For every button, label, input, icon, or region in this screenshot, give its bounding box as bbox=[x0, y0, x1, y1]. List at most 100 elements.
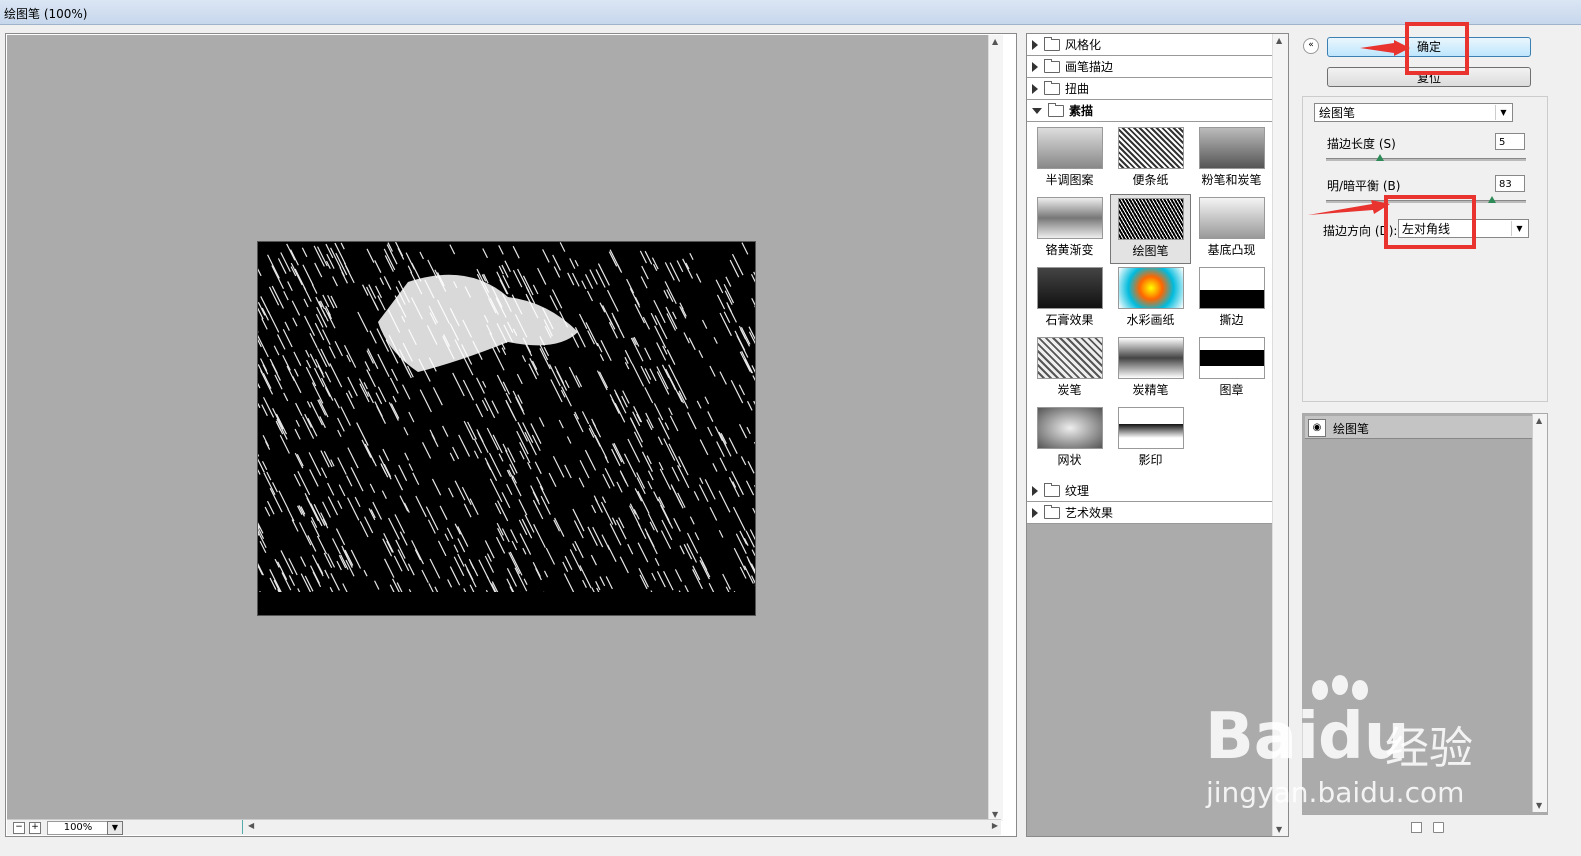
filter-thumbnail[interactable]: 便条纸 bbox=[1110, 124, 1191, 194]
watermark-product: 经验 bbox=[1385, 723, 1473, 774]
zoom-bar: − + 100% ▼ ◀ ▶ bbox=[7, 819, 1001, 835]
filter-thumbnail-image bbox=[1117, 198, 1184, 240]
balance-input[interactable]: 83 bbox=[1495, 175, 1525, 192]
filter-thumbnail[interactable]: 网状 bbox=[1029, 404, 1110, 474]
filter-category[interactable]: 风格化 bbox=[1027, 34, 1274, 56]
filter-thumbnail-image bbox=[1198, 337, 1265, 379]
zoom-in-button[interactable]: + bbox=[29, 822, 41, 834]
filter-thumbnail[interactable]: 半调图案 bbox=[1029, 124, 1110, 194]
filter-thumbnail-label: 半调图案 bbox=[1045, 173, 1094, 187]
balance-label: 明/暗平衡 (B) bbox=[1327, 179, 1401, 193]
title-bar: 绘图笔 (100%) bbox=[0, 0, 1581, 25]
stroke-length-slider[interactable] bbox=[1326, 154, 1526, 161]
preview-horizontal-scrollbar[interactable]: ◀ ▶ bbox=[242, 820, 1003, 834]
filter-thumbnail-image bbox=[1198, 267, 1265, 309]
filter-thumbnail-label: 绘图笔 bbox=[1132, 244, 1169, 258]
filter-thumbnail-image bbox=[1036, 337, 1103, 379]
zoom-value[interactable]: 100% bbox=[47, 821, 109, 835]
triangle-right-icon bbox=[1032, 83, 1038, 94]
trash-icon[interactable] bbox=[1433, 822, 1444, 833]
stroke-length-input[interactable]: 5 bbox=[1495, 133, 1525, 150]
effect-layer-name: 绘图笔 bbox=[1333, 422, 1370, 436]
scroll-down-icon[interactable]: ▼ bbox=[1276, 825, 1282, 834]
filter-thumbnail-image bbox=[1117, 407, 1184, 449]
paw-logo-icon bbox=[1312, 675, 1368, 700]
preview-vertical-scrollbar[interactable]: ▲ ▼ bbox=[988, 35, 1003, 821]
filter-thumbnail-image bbox=[1198, 197, 1265, 239]
filter-thumbnail-label: 撕边 bbox=[1219, 313, 1244, 327]
filter-category[interactable]: 素描 bbox=[1027, 100, 1274, 122]
preview-canvas[interactable]: ▲ ▼ bbox=[7, 35, 1003, 821]
filter-thumbnail-image bbox=[1036, 127, 1103, 169]
triangle-down-icon bbox=[1032, 107, 1042, 114]
filter-thumbnail[interactable]: 影印 bbox=[1110, 404, 1191, 474]
triangle-right-icon bbox=[1032, 61, 1038, 72]
filter-thumbnail-image bbox=[1036, 407, 1103, 449]
zoom-out-button[interactable]: − bbox=[13, 822, 25, 834]
filter-select[interactable]: 绘图笔 ▼ bbox=[1314, 103, 1513, 122]
filter-thumbnail-label: 石膏效果 bbox=[1045, 313, 1094, 327]
filter-thumbnail-label: 影印 bbox=[1138, 453, 1163, 467]
filter-thumbnail[interactable]: 水彩画纸 bbox=[1110, 264, 1191, 334]
folder-icon bbox=[1044, 482, 1060, 497]
filter-thumbnail-label: 网状 bbox=[1057, 453, 1082, 467]
filter-thumbnail[interactable]: 基底凸现 bbox=[1191, 194, 1272, 264]
preview-image bbox=[257, 241, 756, 616]
filter-thumbnail[interactable]: 粉笔和炭笔 bbox=[1191, 124, 1272, 194]
filter-category[interactable]: 纹理 bbox=[1027, 480, 1274, 502]
scroll-down-icon[interactable]: ▼ bbox=[992, 810, 998, 819]
balance-slider-knob[interactable] bbox=[1488, 196, 1496, 203]
filter-thumbnail[interactable]: 撕边 bbox=[1191, 264, 1272, 334]
scroll-up-icon[interactable]: ▲ bbox=[1276, 36, 1282, 45]
triangle-right-icon bbox=[1032, 485, 1038, 496]
effect-layer-row[interactable]: ◉ 绘图笔 bbox=[1305, 416, 1532, 439]
folder-icon bbox=[1048, 102, 1064, 117]
scroll-up-icon[interactable]: ▲ bbox=[1536, 416, 1542, 425]
folder-icon bbox=[1044, 58, 1060, 73]
filter-thumbnail-label: 便条纸 bbox=[1132, 173, 1169, 187]
filter-thumbnail-label: 图章 bbox=[1219, 383, 1244, 397]
scroll-up-icon[interactable]: ▲ bbox=[992, 37, 998, 46]
eye-icon[interactable]: ◉ bbox=[1308, 419, 1326, 437]
folder-icon bbox=[1044, 80, 1060, 95]
scroll-left-icon[interactable]: ◀ bbox=[248, 821, 254, 830]
new-layer-icon[interactable] bbox=[1411, 822, 1422, 833]
filter-thumbnail-image bbox=[1198, 127, 1265, 169]
scroll-right-icon[interactable]: ▶ bbox=[992, 821, 998, 830]
filter-category[interactable]: 扭曲 bbox=[1027, 78, 1274, 100]
red-arrow-icon bbox=[1360, 40, 1410, 56]
filter-category-label: 扭曲 bbox=[1065, 82, 1090, 96]
filter-thumbnail-image bbox=[1036, 197, 1103, 239]
highlight-box-confirm bbox=[1405, 22, 1469, 75]
scroll-down-icon[interactable]: ▼ bbox=[1536, 801, 1542, 810]
triangle-right-icon bbox=[1032, 507, 1038, 518]
filter-thumbnails: 半调图案 便条纸 粉笔和炭笔铬黄渐变 绘图笔 基底凸现石膏效果 水彩画纸 撕边炭笔 炭精笔 图章… bbox=[1027, 122, 1274, 480]
filter-thumbnail[interactable]: 炭精笔 bbox=[1110, 334, 1191, 404]
filter-thumbnail[interactable]: 绘图笔 bbox=[1110, 194, 1191, 264]
filter-category-label: 画笔描边 bbox=[1065, 60, 1114, 74]
chevron-down-icon: ▼ bbox=[1495, 105, 1511, 120]
layers-scrollbar[interactable]: ▲ ▼ bbox=[1532, 414, 1547, 812]
filter-thumbnail-label: 水彩画纸 bbox=[1126, 313, 1175, 327]
filter-thumbnail-label: 炭笔 bbox=[1057, 383, 1082, 397]
zoom-dropdown-button[interactable]: ▼ bbox=[107, 821, 123, 835]
filter-thumbnail-image bbox=[1036, 267, 1103, 309]
window-title: 绘图笔 (100%) bbox=[4, 7, 88, 21]
filter-thumbnail[interactable]: 炭笔 bbox=[1029, 334, 1110, 404]
filter-thumbnail-label: 炭精笔 bbox=[1132, 383, 1169, 397]
filter-thumbnail-image bbox=[1117, 337, 1184, 379]
filter-category[interactable]: 艺术效果 bbox=[1027, 502, 1274, 524]
filter-thumbnail[interactable]: 石膏效果 bbox=[1029, 264, 1110, 334]
preview-panel: ▲ ▼ − + 100% ▼ ◀ ▶ bbox=[5, 33, 1017, 837]
stroke-length-slider-knob[interactable] bbox=[1376, 154, 1384, 161]
filter-thumbnail[interactable]: 图章 bbox=[1191, 334, 1272, 404]
highlight-box-direction bbox=[1384, 195, 1476, 249]
filter-category-label: 艺术效果 bbox=[1065, 506, 1114, 520]
filter-gallery-list: 风格化画笔描边扭曲素描半调图案 便条纸 粉笔和炭笔铬黄渐变 绘图笔 基底凸现石膏效果 水彩… bbox=[1027, 34, 1274, 524]
filter-select-value: 绘图笔 bbox=[1319, 106, 1356, 120]
filter-category[interactable]: 画笔描边 bbox=[1027, 56, 1274, 78]
folder-icon bbox=[1044, 36, 1060, 51]
filter-category-label: 纹理 bbox=[1065, 484, 1090, 498]
filter-thumbnail[interactable]: 铬黄渐变 bbox=[1029, 194, 1110, 264]
collapse-gallery-button[interactable]: « bbox=[1303, 38, 1319, 54]
